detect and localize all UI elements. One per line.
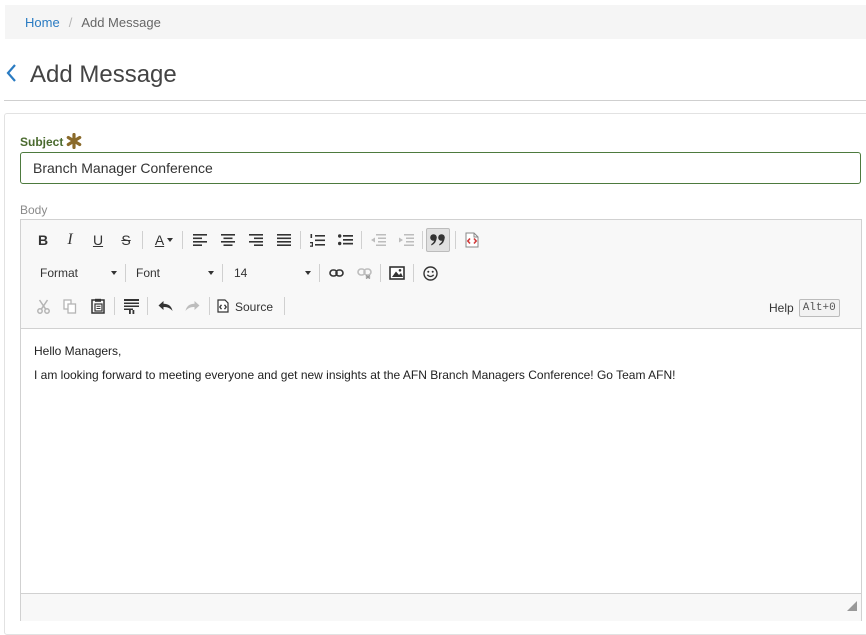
cut-button[interactable] (31, 294, 55, 318)
copy-icon (63, 298, 77, 314)
italic-button[interactable]: I (58, 228, 82, 252)
editor-toolbar: B I U S A Format Font 14 Source Help Alt… (21, 220, 861, 329)
toolbar-separator (380, 264, 381, 282)
align-center-button[interactable] (216, 228, 240, 252)
toolbar-separator (319, 264, 320, 282)
strikethrough-button[interactable]: S (114, 228, 138, 252)
format-dropdown-label: Format (40, 266, 79, 280)
toolbar-separator (455, 231, 456, 249)
toolbar-separator (300, 231, 301, 249)
outdent-icon (370, 234, 386, 246)
quote-icon (430, 234, 446, 246)
source-button-label: Source (235, 300, 274, 314)
page-header: Add Message (0, 52, 177, 98)
toolbar-separator (125, 264, 126, 282)
code-file-icon (465, 232, 479, 248)
back-button[interactable] (5, 63, 21, 87)
outdent-button[interactable] (366, 228, 390, 252)
toolbar-separator (413, 264, 414, 282)
toolbar-separator (142, 231, 143, 249)
bold-button[interactable]: B (31, 228, 55, 252)
unlink-icon (356, 267, 372, 279)
chevron-down-icon (305, 271, 311, 275)
greeting-line: Hello Managers, (34, 344, 122, 358)
chevron-left-icon (5, 63, 17, 88)
message-line: I am looking forward to meeting everyone… (34, 368, 676, 382)
image-icon (389, 266, 405, 280)
clipboard-icon (91, 298, 105, 314)
blockquote-button[interactable] (426, 228, 450, 252)
chevron-down-icon (111, 271, 117, 275)
text-color-icon: A (154, 232, 165, 248)
redo-icon (185, 300, 200, 312)
breadcrumb-current: Add Message (81, 14, 161, 30)
subject-input[interactable] (20, 152, 861, 184)
breadcrumb-home-link[interactable]: Home (25, 15, 60, 30)
paste-text-icon (123, 298, 139, 314)
indent-button[interactable] (394, 228, 418, 252)
align-center-icon (221, 234, 235, 246)
bulleted-list-icon (337, 234, 353, 246)
align-right-button[interactable] (244, 228, 268, 252)
align-left-icon (193, 234, 207, 246)
text-color-button[interactable]: A (149, 228, 179, 252)
breadcrumb-separator: / (68, 14, 73, 30)
help-label: Help (769, 301, 794, 315)
insert-code-button[interactable] (460, 228, 484, 252)
undo-button[interactable] (153, 294, 177, 318)
toolbar-separator (209, 297, 210, 315)
source-icon (217, 298, 229, 316)
indent-icon (398, 234, 414, 246)
required-asterisk-icon (66, 132, 82, 152)
help-button[interactable]: Help Alt+0 (769, 299, 840, 317)
chevron-down-icon (208, 271, 214, 275)
toolbar-separator (422, 231, 423, 249)
align-left-button[interactable] (188, 228, 212, 252)
body-label: Body (20, 203, 48, 217)
paste-from-word-button[interactable] (119, 294, 143, 318)
font-dropdown-label: Font (136, 266, 161, 280)
font-dropdown[interactable]: Font (136, 262, 214, 284)
toolbar-separator (361, 231, 362, 249)
subject-label-text: Subject (20, 134, 64, 149)
toolbar-separator (182, 231, 183, 249)
undo-icon (158, 300, 173, 312)
link-icon (328, 269, 344, 277)
bulleted-list-button[interactable] (333, 228, 357, 252)
toolbar-separator (147, 297, 148, 315)
breadcrumb: Home / Add Message (5, 5, 866, 39)
subject-label: Subject (20, 131, 82, 152)
numbered-list-icon (309, 233, 325, 247)
insert-image-button[interactable] (385, 261, 409, 285)
justify-button[interactable] (272, 228, 296, 252)
editor-content-area[interactable]: Hello Managers, I am looking forward to … (34, 339, 844, 387)
toolbar-separator (222, 264, 223, 282)
help-shortcut-badge: Alt+0 (798, 299, 840, 317)
link-button[interactable] (324, 261, 348, 285)
unlink-button[interactable] (352, 261, 376, 285)
copy-button[interactable] (58, 294, 82, 318)
emoji-button[interactable] (418, 261, 442, 285)
header-divider (4, 100, 866, 101)
paste-button[interactable] (86, 294, 110, 318)
editor-status-bar (21, 593, 861, 621)
format-dropdown[interactable]: Format (40, 262, 117, 284)
source-button[interactable]: Source (217, 295, 273, 319)
toolbar-separator (114, 297, 115, 315)
underline-button[interactable]: U (86, 228, 110, 252)
resize-handle-icon[interactable] (847, 598, 857, 616)
font-size-dropdown[interactable]: 14 (234, 262, 311, 284)
justify-icon (277, 234, 291, 246)
align-right-icon (249, 234, 263, 246)
redo-button[interactable] (180, 294, 204, 318)
page-title: Add Message (30, 61, 177, 88)
numbered-list-button[interactable] (305, 228, 329, 252)
font-size-value: 14 (234, 266, 248, 280)
smiley-icon (422, 265, 438, 281)
rich-text-editor: B I U S A Format Font 14 Source Help Alt… (20, 219, 862, 621)
scissors-icon (36, 299, 50, 314)
toolbar-separator (284, 297, 285, 315)
